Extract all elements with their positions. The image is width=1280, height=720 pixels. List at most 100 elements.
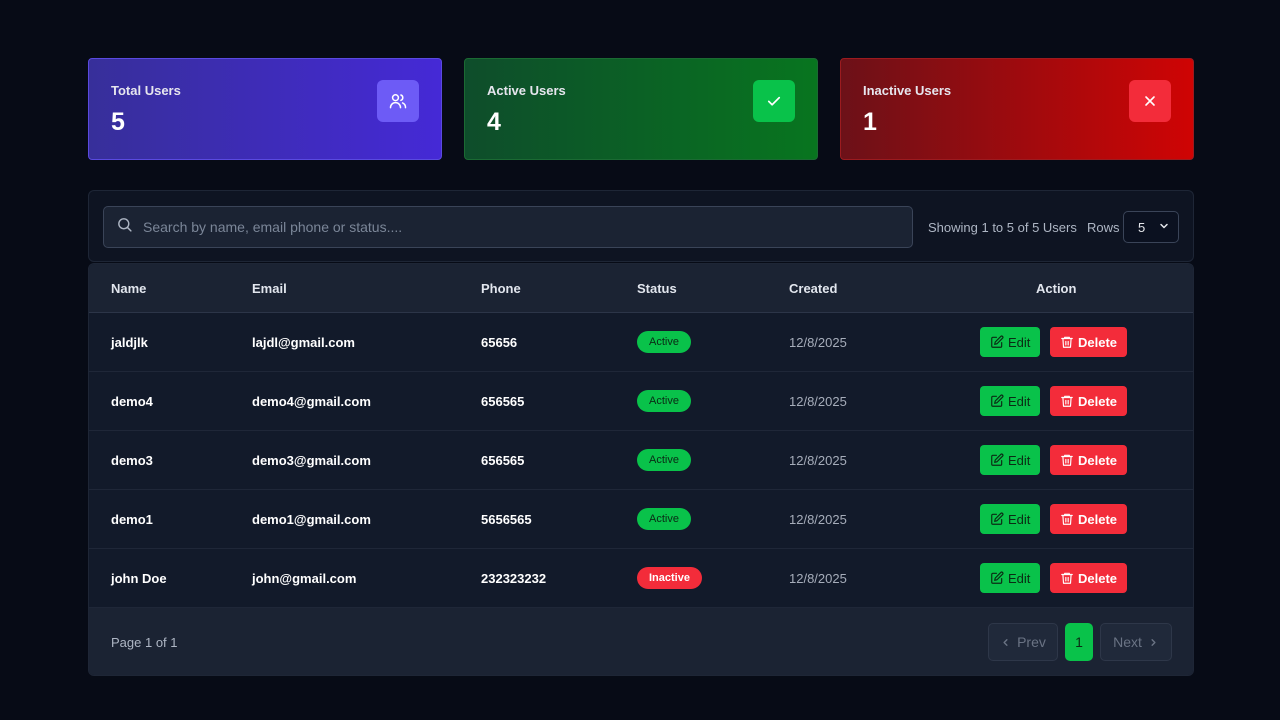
rows-label: Rows <box>1087 220 1120 235</box>
delete-label: Delete <box>1078 452 1118 468</box>
chevron-down-icon <box>1158 220 1170 235</box>
search-icon <box>116 216 133 238</box>
column-header-status: Status <box>637 281 677 296</box>
next-page-button[interactable]: Next <box>1100 623 1172 661</box>
user-phone: 656565 <box>481 394 525 409</box>
edit-icon <box>991 335 1004 348</box>
created-date: 12/8/2025 <box>789 335 847 350</box>
table-row: demo4 demo4@gmail.com 656565 Active 12/8… <box>89 372 1193 431</box>
card-title: Inactive Users <box>863 83 952 98</box>
showing-count: Showing 1 to 5 of 5 Users <box>928 220 1077 235</box>
table-row: jaldjlk lajdl@gmail.com 65656 Active 12/… <box>89 313 1193 372</box>
created-date: 12/8/2025 <box>789 453 847 468</box>
edit-label: Edit <box>1008 570 1031 586</box>
trash-icon <box>1061 395 1073 407</box>
created-date: 12/8/2025 <box>789 571 847 586</box>
inactive-users-card: Inactive Users 1 <box>840 58 1194 160</box>
delete-button[interactable]: Delete <box>1050 563 1128 593</box>
prev-label: Prev <box>1017 634 1046 650</box>
column-header-email: Email <box>252 281 287 296</box>
user-phone: 65656 <box>481 335 518 350</box>
edit-label: Edit <box>1008 393 1031 409</box>
edit-icon <box>991 394 1004 407</box>
card-value: 5 <box>111 108 125 136</box>
user-name: john Doe <box>111 571 167 586</box>
user-phone: 656565 <box>481 453 525 468</box>
chevron-right-icon <box>1151 638 1156 646</box>
chevron-left-icon <box>1003 638 1008 646</box>
user-name: demo3 <box>111 453 153 468</box>
edit-icon <box>991 512 1004 525</box>
column-header-action: Action <box>1036 281 1077 296</box>
card-value: 4 <box>487 108 501 136</box>
users-icon <box>377 80 419 122</box>
edit-button[interactable]: Edit <box>980 563 1041 593</box>
page-number-button[interactable]: 1 <box>1065 623 1093 661</box>
user-email: john@gmail.com <box>252 571 357 586</box>
edit-button[interactable]: Edit <box>980 504 1041 534</box>
trash-icon <box>1061 336 1073 348</box>
column-header-name: Name <box>111 281 147 296</box>
delete-label: Delete <box>1078 393 1118 409</box>
delete-button[interactable]: Delete <box>1050 445 1128 475</box>
trash-icon <box>1061 513 1073 525</box>
table-toolbar: Showing 1 to 5 of 5 Users Rows 5 <box>88 190 1194 262</box>
trash-icon <box>1061 454 1073 466</box>
rows-select-value: 5 <box>1138 219 1146 235</box>
page-info: Page 1 of 1 <box>111 635 178 650</box>
table-row: john Doe john@gmail.com 232323232 Inacti… <box>89 549 1193 608</box>
column-header-created: Created <box>789 281 838 296</box>
edit-icon <box>991 453 1004 466</box>
status-badge: Active <box>637 331 691 353</box>
delete-button[interactable]: Delete <box>1050 327 1128 357</box>
stats-row: Total Users 5 Active Users 4 Inactive Us… <box>88 58 1194 160</box>
user-email: lajdl@gmail.com <box>252 335 355 350</box>
delete-label: Delete <box>1078 570 1118 586</box>
prev-page-button[interactable]: Prev <box>988 623 1058 661</box>
card-title: Total Users <box>111 83 181 98</box>
card-title: Active Users <box>487 83 566 98</box>
user-email: demo4@gmail.com <box>252 394 371 409</box>
user-phone: 5656565 <box>481 512 532 527</box>
delete-label: Delete <box>1078 511 1118 527</box>
created-date: 12/8/2025 <box>789 512 847 527</box>
user-phone: 232323232 <box>481 571 547 586</box>
user-email: demo3@gmail.com <box>252 453 371 468</box>
users-table: Name Email Phone Status Created Action j… <box>88 263 1194 676</box>
status-badge: Active <box>637 390 691 412</box>
status-badge: Active <box>637 449 691 471</box>
edit-button[interactable]: Edit <box>980 327 1041 357</box>
next-label: Next <box>1113 634 1142 650</box>
edit-label: Edit <box>1008 452 1031 468</box>
edit-button[interactable]: Edit <box>980 445 1041 475</box>
created-date: 12/8/2025 <box>789 394 847 409</box>
user-name: demo1 <box>111 512 153 527</box>
active-users-card: Active Users 4 <box>464 58 818 160</box>
user-name: demo4 <box>111 394 153 409</box>
user-email: demo1@gmail.com <box>252 512 371 527</box>
delete-button[interactable]: Delete <box>1050 386 1128 416</box>
user-dashboard: Total Users 5 Active Users 4 Inactive Us… <box>0 0 1280 720</box>
card-value: 1 <box>863 108 877 136</box>
edit-icon <box>991 571 1004 584</box>
rows-per-page-select[interactable]: 5 <box>1123 211 1179 243</box>
table-header: Name Email Phone Status Created Action <box>89 264 1193 313</box>
delete-button[interactable]: Delete <box>1050 504 1128 534</box>
edit-label: Edit <box>1008 511 1031 527</box>
total-users-card: Total Users 5 <box>88 58 442 160</box>
trash-icon <box>1061 572 1073 584</box>
check-icon <box>753 80 795 122</box>
search-box[interactable] <box>103 206 913 248</box>
search-input[interactable] <box>143 219 883 235</box>
user-name: jaldjlk <box>111 335 148 350</box>
column-header-phone: Phone <box>481 281 521 296</box>
table-footer: Page 1 of 1 Prev 1 Next <box>89 608 1193 675</box>
delete-label: Delete <box>1078 334 1118 350</box>
edit-button[interactable]: Edit <box>980 386 1041 416</box>
close-icon <box>1129 80 1171 122</box>
status-badge: Active <box>637 508 691 530</box>
table-row: demo3 demo3@gmail.com 656565 Active 12/8… <box>89 431 1193 490</box>
edit-label: Edit <box>1008 334 1031 350</box>
status-badge: Inactive <box>637 567 702 589</box>
table-row: demo1 demo1@gmail.com 5656565 Active 12/… <box>89 490 1193 549</box>
